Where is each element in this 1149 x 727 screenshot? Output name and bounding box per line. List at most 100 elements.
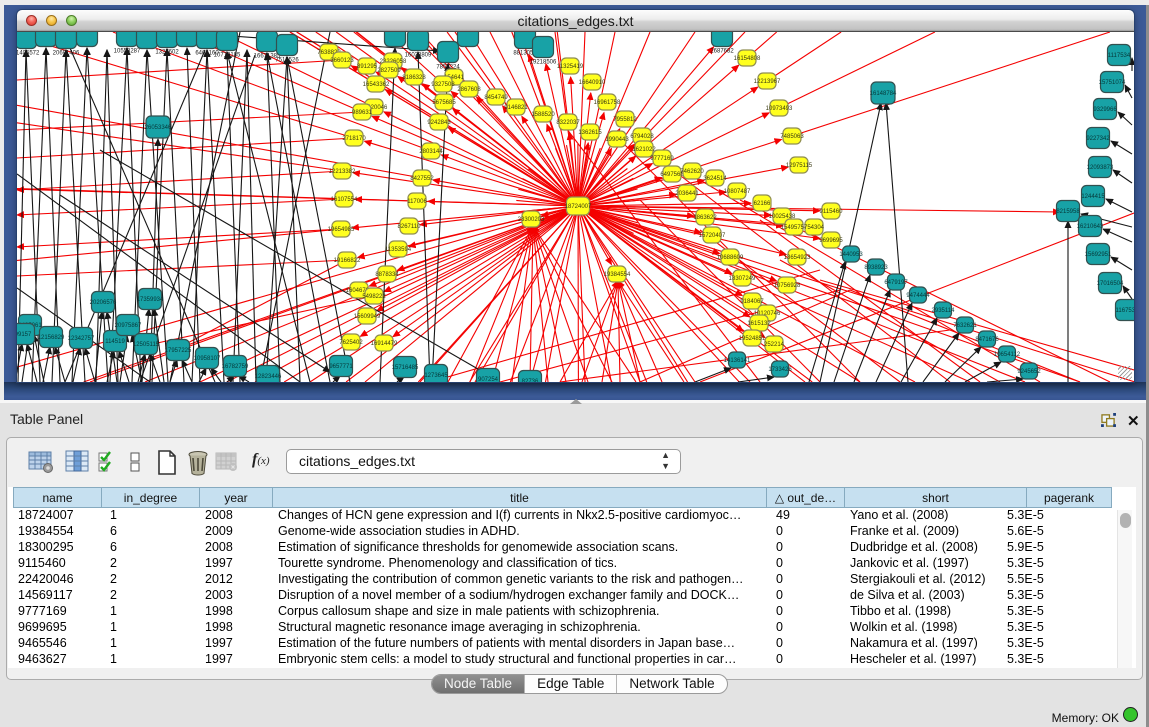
svg-text:12156829: 12156829 [38,335,65,341]
svg-text:9242843: 9242843 [427,120,451,126]
svg-text:9657771: 9657771 [329,364,353,370]
svg-text:1863622: 1863622 [693,215,717,221]
svg-text:12213382: 12213382 [329,169,356,175]
svg-text:2827509: 2827509 [377,68,401,74]
svg-text:1440953: 1440953 [839,252,863,258]
svg-text:18724007: 18724007 [565,204,592,210]
svg-text:8427552: 8427552 [410,176,434,182]
svg-text:9227342: 9227342 [1086,136,1110,142]
svg-text:15751074: 15751074 [1099,80,1126,86]
svg-text:7515526: 7515526 [275,58,299,64]
svg-text:1621022: 1621022 [632,147,656,153]
svg-text:9146821: 9146821 [504,105,528,111]
svg-text:1990443: 1990443 [605,137,629,143]
svg-text:8454749: 8454749 [484,95,508,101]
svg-text:2935114: 2935114 [932,308,956,314]
svg-text:9115460: 9115460 [820,209,844,215]
svg-text:15720407: 15720407 [699,233,726,239]
svg-text:2718170: 2718170 [342,136,366,142]
svg-text:20691406: 20691406 [53,51,80,57]
svg-text:15716485: 15716485 [392,365,419,371]
svg-text:26053346: 26053346 [145,125,172,131]
svg-text:17957225: 17957225 [165,348,192,354]
svg-text:252214: 252214 [764,342,785,348]
svg-text:10807487: 10807487 [724,189,751,195]
svg-text:1167533: 1167533 [1116,308,1134,314]
svg-text:2867608: 2867608 [457,87,481,93]
svg-text:5675685: 5675685 [432,100,456,106]
svg-text:8267110: 8267110 [398,224,422,230]
svg-text:1733426: 1733426 [768,367,792,373]
svg-text:16543362: 16543362 [363,82,390,88]
svg-text:1244415: 1244415 [1081,194,1105,200]
svg-text:19384554: 19384554 [604,272,631,278]
svg-text:9474444: 9474444 [906,293,930,299]
svg-text:11325419: 11325419 [557,64,584,70]
svg-text:10719185: 10719185 [214,53,241,59]
svg-text:3624514: 3624514 [703,176,727,182]
svg-text:1327602: 1327602 [155,50,179,56]
svg-text:9184067: 9184067 [740,299,764,305]
svg-text:16107554: 16107554 [331,197,358,203]
svg-text:19218506: 19218506 [530,60,557,66]
svg-text:10958107: 10958107 [194,356,221,362]
svg-text:114519: 114519 [105,339,125,345]
svg-text:10756928: 10756928 [774,283,801,289]
svg-text:82736: 82736 [522,379,539,382]
svg-text:62166: 62166 [754,201,771,207]
svg-text:9699695: 9699695 [819,238,843,244]
svg-text:16033809: 16033809 [405,53,432,59]
svg-text:891295: 891295 [357,64,378,70]
svg-text:907254: 907254 [478,377,499,382]
svg-text:9245652: 9245652 [1017,369,1041,375]
svg-text:12213967: 12213967 [754,79,781,85]
svg-text:1273645: 1273645 [424,373,448,379]
svg-text:12975115: 12975115 [786,163,813,169]
svg-text:7462620: 7462620 [680,169,704,175]
svg-text:9327508: 9327508 [431,82,455,88]
svg-text:7955812: 7955812 [613,117,637,123]
svg-text:117006: 117006 [407,199,427,205]
svg-text:6794028: 6794028 [630,134,654,140]
svg-text:2036441: 2036441 [675,191,699,197]
svg-text:99157: 99157 [17,332,32,338]
svg-text:16154808: 16154808 [734,56,761,62]
svg-text:3660123: 3660123 [330,58,354,64]
svg-text:1362615: 1362615 [578,130,602,136]
svg-text:16914479: 16914479 [371,341,398,347]
svg-text:7485063: 7485063 [780,134,804,140]
svg-text:21405572: 21405572 [17,51,40,57]
svg-text:754304: 754304 [804,225,825,231]
svg-text:16640910: 16640910 [579,80,606,86]
svg-text:8471676: 8471676 [975,337,999,343]
svg-text:8215958: 8215958 [1056,209,1080,215]
svg-text:10654112: 10654112 [994,352,1021,358]
svg-text:12093873: 12093873 [1087,165,1114,171]
svg-text:14136141: 14136141 [724,358,751,364]
svg-text:10553287: 10553287 [114,49,141,55]
svg-text:8938923: 8938923 [864,265,888,271]
svg-text:15692951: 15692951 [1085,252,1112,258]
svg-text:13654923: 13654923 [784,255,811,261]
svg-text:1615132: 1615132 [747,321,771,327]
svg-text:20206576: 20206576 [90,300,117,306]
svg-text:17016504: 17016504 [1097,281,1124,287]
svg-text:8186328: 8186328 [402,75,426,81]
svg-text:7625402: 7625402 [339,340,363,346]
svg-text:9329966: 9329966 [1093,107,1117,113]
svg-text:10973493: 10973493 [766,106,793,112]
svg-text:989631: 989631 [352,110,373,116]
svg-text:12823446: 12823446 [255,374,282,380]
svg-text:9777169: 9777169 [650,156,674,162]
svg-text:16148784: 16148784 [870,91,897,97]
svg-text:2803144: 2803144 [419,149,443,155]
svg-text:15609949: 15609949 [354,314,381,320]
svg-text:16210643: 16210643 [1077,224,1104,230]
svg-text:12505115: 12505115 [133,342,160,348]
svg-text:5498222: 5498222 [362,294,386,300]
svg-text:8322037: 8322037 [556,120,580,126]
svg-text:7632621: 7632621 [953,323,977,329]
svg-text:19654985: 19654985 [328,227,355,233]
svg-text:8878334: 8878334 [375,272,399,278]
svg-text:19524851: 19524851 [739,336,766,342]
